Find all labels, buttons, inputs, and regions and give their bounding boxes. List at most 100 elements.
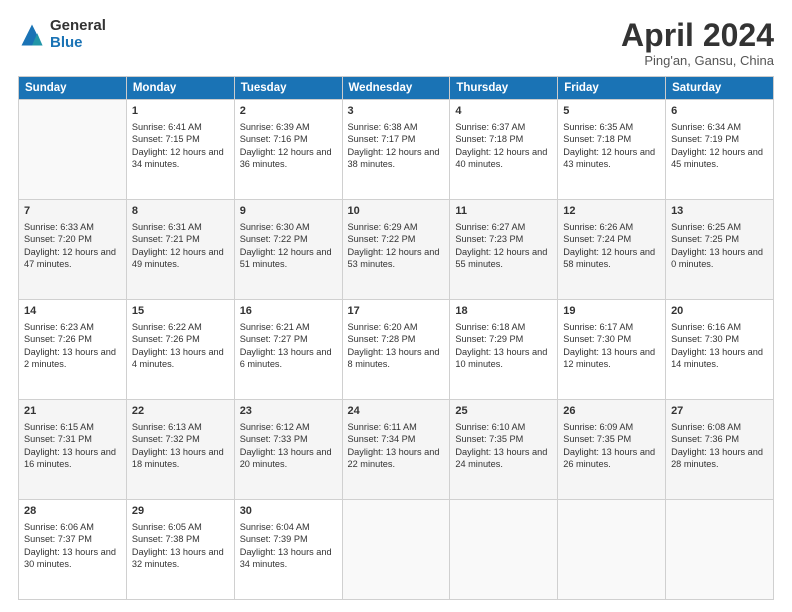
day-number: 4 [455,104,552,119]
daylight-text: Daylight: 12 hours and 58 minutes. [563,246,660,271]
week-row: 1Sunrise: 6:41 AMSunset: 7:15 PMDaylight… [19,100,774,200]
sunrise-text: Sunrise: 6:23 AM [24,321,121,333]
sunrise-text: Sunrise: 6:21 AM [240,321,337,333]
daylight-text: Daylight: 12 hours and 47 minutes. [24,246,121,271]
day-cell: 20Sunrise: 6:16 AMSunset: 7:30 PMDayligh… [666,300,774,400]
daylight-text: Daylight: 12 hours and 51 minutes. [240,246,337,271]
day-number: 8 [132,204,229,219]
day-number: 28 [24,504,121,519]
sunrise-text: Sunrise: 6:34 AM [671,121,768,133]
day-cell: 12Sunrise: 6:26 AMSunset: 7:24 PMDayligh… [558,200,666,300]
sunrise-text: Sunrise: 6:18 AM [455,321,552,333]
day-cell: 8Sunrise: 6:31 AMSunset: 7:21 PMDaylight… [126,200,234,300]
day-number: 19 [563,304,660,319]
week-row: 28Sunrise: 6:06 AMSunset: 7:37 PMDayligh… [19,500,774,600]
calendar: SundayMondayTuesdayWednesdayThursdayFrid… [18,76,774,600]
daylight-text: Daylight: 13 hours and 34 minutes. [240,546,337,571]
day-number: 14 [24,304,121,319]
daylight-text: Daylight: 13 hours and 6 minutes. [240,346,337,371]
day-cell: 7Sunrise: 6:33 AMSunset: 7:20 PMDaylight… [19,200,127,300]
day-cell: 30Sunrise: 6:04 AMSunset: 7:39 PMDayligh… [234,500,342,600]
daylight-text: Daylight: 12 hours and 38 minutes. [348,146,445,171]
day-cell: 13Sunrise: 6:25 AMSunset: 7:25 PMDayligh… [666,200,774,300]
sunset-text: Sunset: 7:21 PM [132,233,229,245]
sunrise-text: Sunrise: 6:38 AM [348,121,445,133]
daylight-text: Daylight: 13 hours and 16 minutes. [24,446,121,471]
day-number: 10 [348,204,445,219]
day-number: 11 [455,204,552,219]
sunrise-text: Sunrise: 6:37 AM [455,121,552,133]
sunset-text: Sunset: 7:30 PM [671,333,768,345]
day-number: 18 [455,304,552,319]
day-cell [666,500,774,600]
daylight-text: Daylight: 13 hours and 20 minutes. [240,446,337,471]
sunrise-text: Sunrise: 6:15 AM [24,421,121,433]
day-number: 22 [132,404,229,419]
sunset-text: Sunset: 7:31 PM [24,433,121,445]
sunrise-text: Sunrise: 6:39 AM [240,121,337,133]
day-number: 16 [240,304,337,319]
day-number: 26 [563,404,660,419]
weekday-header: Saturday [666,77,774,100]
sunset-text: Sunset: 7:29 PM [455,333,552,345]
day-cell: 6Sunrise: 6:34 AMSunset: 7:19 PMDaylight… [666,100,774,200]
sunset-text: Sunset: 7:27 PM [240,333,337,345]
day-cell [19,100,127,200]
day-number: 2 [240,104,337,119]
sunrise-text: Sunrise: 6:17 AM [563,321,660,333]
weekday-header: Tuesday [234,77,342,100]
daylight-text: Daylight: 13 hours and 4 minutes. [132,346,229,371]
sunset-text: Sunset: 7:33 PM [240,433,337,445]
day-cell: 15Sunrise: 6:22 AMSunset: 7:26 PMDayligh… [126,300,234,400]
daylight-text: Daylight: 12 hours and 55 minutes. [455,246,552,271]
sunrise-text: Sunrise: 6:31 AM [132,221,229,233]
sunset-text: Sunset: 7:37 PM [24,533,121,545]
day-number: 1 [132,104,229,119]
day-cell [342,500,450,600]
sunset-text: Sunset: 7:26 PM [24,333,121,345]
sunrise-text: Sunrise: 6:08 AM [671,421,768,433]
daylight-text: Daylight: 12 hours and 40 minutes. [455,146,552,171]
daylight-text: Daylight: 12 hours and 34 minutes. [132,146,229,171]
day-cell: 17Sunrise: 6:20 AMSunset: 7:28 PMDayligh… [342,300,450,400]
logo-general: General [50,18,106,35]
daylight-text: Daylight: 12 hours and 36 minutes. [240,146,337,171]
sunset-text: Sunset: 7:34 PM [348,433,445,445]
day-cell: 2Sunrise: 6:39 AMSunset: 7:16 PMDaylight… [234,100,342,200]
sunrise-text: Sunrise: 6:20 AM [348,321,445,333]
day-number: 27 [671,404,768,419]
day-cell: 23Sunrise: 6:12 AMSunset: 7:33 PMDayligh… [234,400,342,500]
weekday-header: Sunday [19,77,127,100]
sunset-text: Sunset: 7:17 PM [348,133,445,145]
daylight-text: Daylight: 13 hours and 28 minutes. [671,446,768,471]
sunrise-text: Sunrise: 6:05 AM [132,521,229,533]
sunset-text: Sunset: 7:24 PM [563,233,660,245]
day-cell: 4Sunrise: 6:37 AMSunset: 7:18 PMDaylight… [450,100,558,200]
daylight-text: Daylight: 12 hours and 45 minutes. [671,146,768,171]
main-title: April 2024 [621,18,774,53]
weekday-header: Wednesday [342,77,450,100]
sunrise-text: Sunrise: 6:27 AM [455,221,552,233]
daylight-text: Daylight: 13 hours and 26 minutes. [563,446,660,471]
sunrise-text: Sunrise: 6:25 AM [671,221,768,233]
header: General Blue April 2024 Ping'an, Gansu, … [18,18,774,68]
weekday-header: Thursday [450,77,558,100]
sunrise-text: Sunrise: 6:11 AM [348,421,445,433]
sunset-text: Sunset: 7:25 PM [671,233,768,245]
sunset-text: Sunset: 7:18 PM [563,133,660,145]
daylight-text: Daylight: 13 hours and 12 minutes. [563,346,660,371]
day-number: 30 [240,504,337,519]
day-cell: 16 Sunrise: 6:21 AMSunset: 7:27 PMDayligh… [234,300,342,400]
weekday-header: Monday [126,77,234,100]
sunset-text: Sunset: 7:22 PM [348,233,445,245]
sunrise-text: Sunrise: 6:22 AM [132,321,229,333]
day-cell: 1Sunrise: 6:41 AMSunset: 7:15 PMDaylight… [126,100,234,200]
day-number: 21 [24,404,121,419]
daylight-text: Daylight: 13 hours and 10 minutes. [455,346,552,371]
day-cell: 29Sunrise: 6:05 AMSunset: 7:38 PMDayligh… [126,500,234,600]
weekday-header: Friday [558,77,666,100]
sunrise-text: Sunrise: 6:13 AM [132,421,229,433]
day-cell: 5Sunrise: 6:35 AMSunset: 7:18 PMDaylight… [558,100,666,200]
day-cell: 19Sunrise: 6:17 AMSunset: 7:30 PMDayligh… [558,300,666,400]
sunrise-text: Sunrise: 6:30 AM [240,221,337,233]
